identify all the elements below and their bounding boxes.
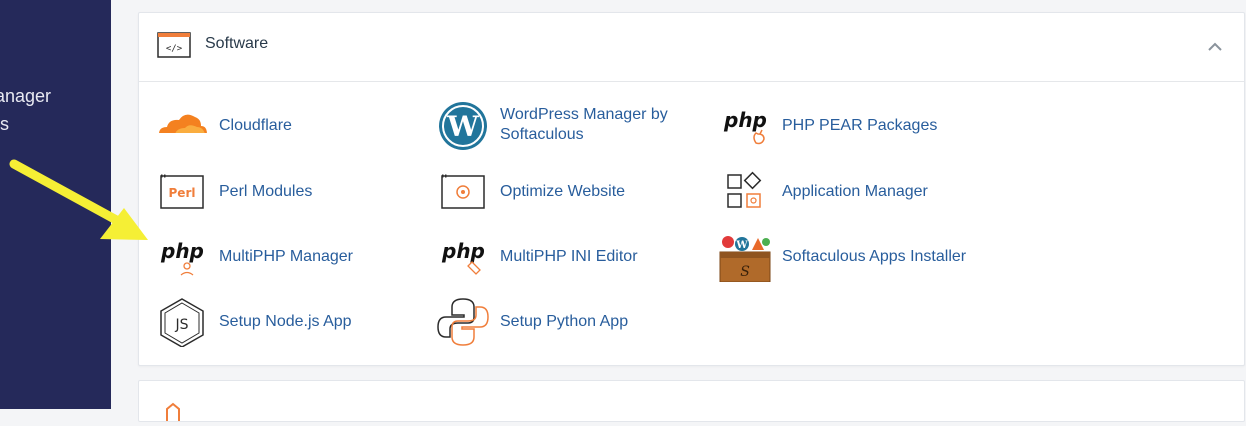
softaculous-icon: W S — [718, 232, 772, 283]
optimize-icon — [436, 167, 490, 217]
svg-text:W: W — [446, 110, 479, 143]
perl-icon: Perl — [155, 167, 209, 217]
app-optimize-website[interactable]: Optimize Website — [436, 167, 696, 217]
svg-text:</>: </> — [166, 44, 183, 54]
app-perl-modules[interactable]: Perl Perl Modules — [155, 167, 415, 217]
php-ini-icon: php — [436, 232, 490, 282]
app-label: Optimize Website — [500, 183, 626, 200]
app-label: PHP PEAR Packages — [782, 117, 938, 134]
next-section-panel — [138, 380, 1245, 422]
software-panel: </> Software Cloudflare W WordPress Mana… — [138, 12, 1245, 366]
svg-text:php: php — [441, 239, 485, 263]
next-section-icon — [161, 401, 185, 426]
app-cloudflare[interactable]: Cloudflare — [155, 101, 415, 151]
app-label: WordPress Manager by Softaculous — [500, 106, 668, 143]
app-multiphp-ini-editor[interactable]: php MultiPHP INI Editor — [436, 232, 696, 282]
php-pear-icon: php — [718, 101, 772, 151]
app-application-manager[interactable]: Application Manager — [718, 167, 978, 217]
app-wordpress-manager[interactable]: W WordPress Manager by Softaculous — [436, 101, 716, 151]
app-manager-icon — [718, 167, 772, 217]
app-label: Softaculous Apps Installer — [782, 248, 967, 265]
app-label: Setup Python App — [500, 313, 629, 330]
app-label: Setup Node.js App — [219, 313, 352, 330]
svg-text:JS: JS — [174, 317, 188, 333]
app-setup-python[interactable]: Setup Python App — [436, 297, 696, 347]
app-label: MultiPHP Manager — [219, 248, 353, 265]
svg-text:php: php — [723, 108, 767, 132]
panel-header[interactable]: </> Software — [139, 13, 1244, 82]
php-manager-icon: php — [155, 232, 209, 282]
app-label: Perl Modules — [219, 183, 313, 200]
svg-text:Perl: Perl — [169, 186, 196, 200]
sidebar-item-label[interactable]: Manager — [0, 86, 111, 107]
annotation-arrow-icon — [8, 156, 158, 256]
svg-text:php: php — [160, 239, 204, 263]
app-softaculous-installer[interactable]: W S Softaculous Apps Installer — [718, 232, 1018, 283]
python-icon — [436, 297, 490, 347]
nodejs-icon: JS — [155, 297, 209, 348]
app-php-pear[interactable]: php PHP PEAR Packages — [718, 101, 978, 151]
svg-text:S: S — [740, 264, 750, 280]
app-setup-nodejs[interactable]: JS Setup Node.js App — [155, 297, 415, 348]
app-label: MultiPHP INI Editor — [500, 248, 638, 265]
cloudflare-icon — [155, 101, 209, 151]
chevron-up-icon[interactable] — [1203, 37, 1227, 57]
svg-text:W: W — [735, 240, 748, 251]
app-label: Application Manager — [782, 183, 928, 200]
code-window-icon: </> — [157, 32, 191, 63]
wordpress-icon: W — [436, 101, 490, 151]
app-multiphp-manager[interactable]: php MultiPHP Manager — [155, 232, 415, 282]
section-title: Software — [205, 35, 269, 52]
app-label: Cloudflare — [219, 117, 292, 134]
sidebar-item-label[interactable]: ous — [0, 114, 111, 135]
